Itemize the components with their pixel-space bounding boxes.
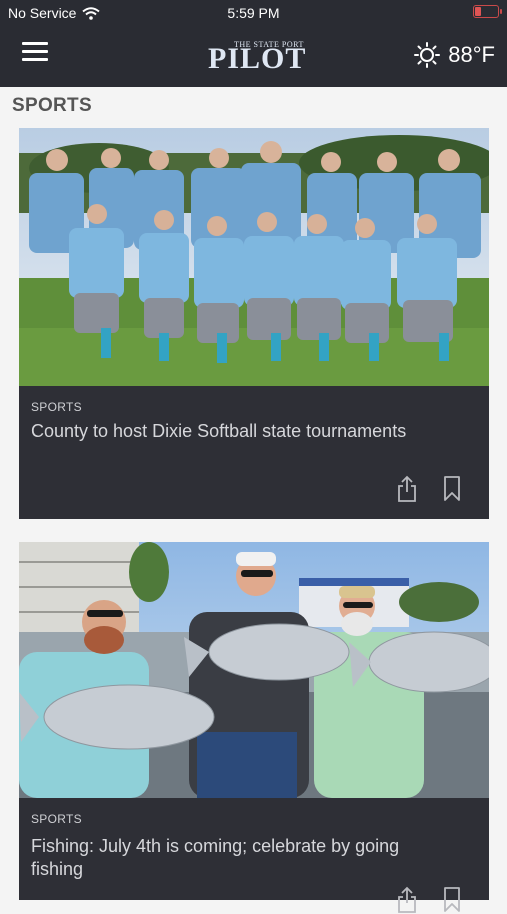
status-bar: No Service 5:59 PM (0, 0, 507, 24)
article-card[interactable]: SPORTS Fishing: July 4th is coming; cele… (19, 542, 489, 913)
sun-icon (414, 42, 441, 68)
battery-fill (475, 7, 481, 16)
article-headline[interactable]: County to host Dixie Softball state tour… (31, 420, 449, 443)
article-image-fishing[interactable] (19, 542, 489, 798)
share-icon[interactable] (397, 886, 417, 914)
article-card[interactable]: SPORTS County to host Dixie Softball sta… (19, 128, 489, 519)
logo-wordmark: PILOT (208, 42, 307, 75)
weather-widget[interactable]: 88°F (414, 42, 495, 68)
menu-button[interactable] (22, 42, 48, 62)
section-title: SPORTS (12, 95, 92, 116)
article-image-team[interactable] (19, 128, 489, 386)
battery-icon (473, 5, 502, 18)
hamburger-line (22, 42, 48, 45)
hamburger-line (22, 50, 48, 53)
article-headline[interactable]: Fishing: July 4th is coming; celebrate b… (31, 835, 449, 881)
site-logo[interactable]: THE STATE PORT PILOT (200, 36, 310, 76)
article-category[interactable]: SPORTS (31, 812, 82, 826)
bookmark-icon[interactable] (443, 886, 461, 914)
share-icon[interactable] (397, 475, 417, 503)
article-category[interactable]: SPORTS (31, 400, 82, 414)
top-nav-bar: THE STATE PORT PILOT 88°F (0, 24, 507, 87)
clock: 5:59 PM (227, 5, 280, 21)
temperature: 88°F (448, 42, 495, 67)
hamburger-line (22, 58, 48, 61)
bookmark-icon[interactable] (443, 475, 461, 503)
